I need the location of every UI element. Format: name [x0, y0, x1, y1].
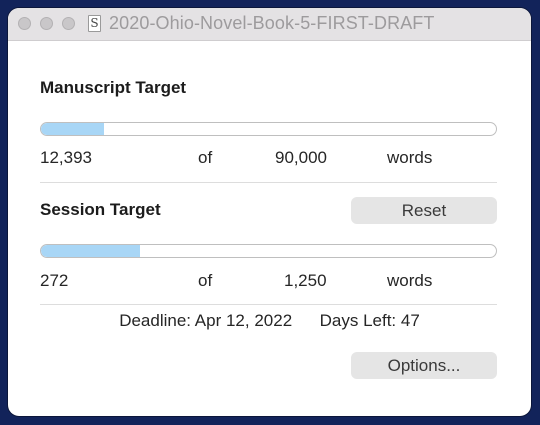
reset-button[interactable]: Reset — [351, 197, 497, 224]
manuscript-target-count: 90,000 — [275, 148, 327, 167]
manuscript-current-count: 12,393 — [40, 148, 92, 167]
close-window-button[interactable] — [18, 17, 31, 30]
session-target-count: 1,250 — [284, 271, 327, 290]
session-target-heading: Session Target — [40, 200, 161, 219]
document-icon: S — [88, 15, 101, 32]
project-targets-window: S 2020-Ohio-Novel-Book-5-FIRST-DRAFT Man… — [8, 8, 531, 416]
manuscript-target-heading: Manuscript Target — [40, 78, 187, 97]
manuscript-progress-fill — [41, 123, 104, 135]
session-unit-label: words — [387, 271, 433, 290]
window-title: 2020-Ohio-Novel-Book-5-FIRST-DRAFT — [109, 13, 435, 33]
session-of-label: of — [198, 271, 213, 290]
days-left-label: Days Left: 47 — [319, 311, 420, 330]
options-button[interactable]: Options... — [351, 352, 497, 379]
section-divider — [40, 182, 497, 183]
deadline-label: Deadline: Apr 12, 2022 — [119, 311, 293, 330]
manuscript-unit-label: words — [387, 148, 433, 167]
manuscript-progress-bar — [40, 122, 497, 136]
deadline-row: Deadline: Apr 12, 2022 Days Left: 47 — [8, 311, 531, 331]
zoom-window-button[interactable] — [62, 17, 75, 30]
minimize-window-button[interactable] — [40, 17, 53, 30]
session-progress-bar — [40, 244, 497, 258]
session-progress-fill — [41, 245, 140, 257]
manuscript-of-label: of — [198, 148, 213, 167]
footer-divider — [40, 304, 497, 305]
title-bar[interactable]: S 2020-Ohio-Novel-Book-5-FIRST-DRAFT — [8, 8, 531, 41]
session-current-count: 272 — [40, 271, 69, 290]
